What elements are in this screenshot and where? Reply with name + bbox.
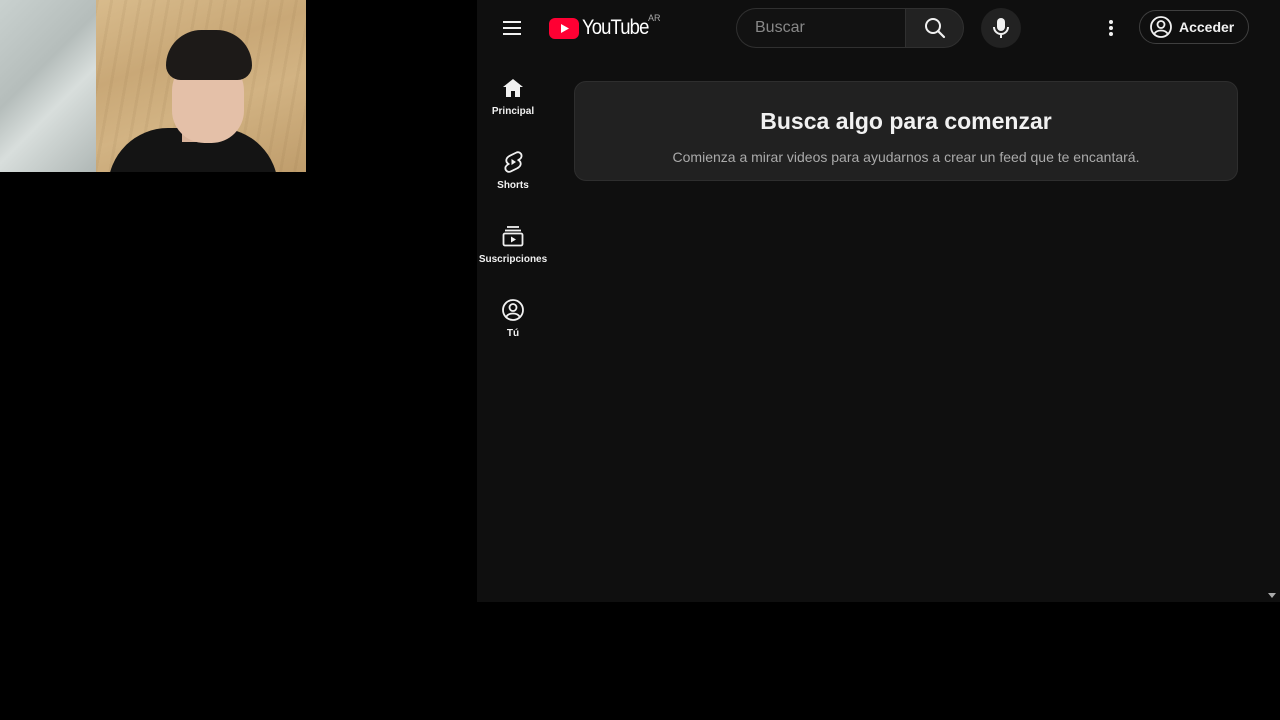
- hamburger-icon: [503, 21, 521, 35]
- home-icon: [503, 79, 523, 97]
- account-circle-icon: [1150, 16, 1172, 38]
- signin-button[interactable]: Acceder: [1139, 10, 1250, 44]
- logo-text: YouTube: [582, 16, 649, 39]
- youtube-window: YouTube AR Buscar Acceder Principal Shor…: [477, 0, 1280, 602]
- voice-search-button[interactable]: [981, 8, 1021, 48]
- search-button[interactable]: [905, 8, 964, 48]
- sidebar-item-label: Principal: [491, 106, 535, 117]
- shorts-icon: [504, 151, 523, 173]
- sidebar-item-principal[interactable]: Principal: [477, 56, 549, 130]
- sidebar: Principal Shorts Suscripciones Tú: [477, 56, 549, 352]
- microphone-icon: [993, 18, 1009, 38]
- search-box[interactable]: [736, 8, 906, 48]
- subscriptions-icon: [502, 226, 524, 247]
- webcam-overlay: [0, 0, 306, 172]
- sidebar-item-shorts[interactable]: Shorts: [477, 130, 549, 204]
- webcam-wall: [0, 0, 100, 172]
- menu-button[interactable]: [497, 12, 529, 44]
- sidebar-item-label: Suscripciones: [478, 254, 548, 265]
- more-options-button[interactable]: [1091, 8, 1131, 48]
- sidebar-item-suscripciones[interactable]: Suscripciones: [477, 204, 549, 278]
- country-code: AR: [648, 13, 661, 23]
- search-input[interactable]: [753, 18, 897, 38]
- account-icon: [502, 299, 524, 321]
- search-bar: [736, 8, 964, 48]
- youtube-logo[interactable]: YouTube: [549, 16, 658, 40]
- banner-subtitle: Comienza a mirar videos para ayudarnos a…: [672, 149, 1140, 165]
- signin-label: Acceder: [1179, 19, 1235, 35]
- banner-title: Busca algo para comenzar: [760, 108, 1052, 134]
- webcam-person-hair: [166, 30, 252, 80]
- sidebar-item-label: Tú: [506, 328, 520, 339]
- search-icon: [924, 18, 945, 39]
- empty-feed-banner: Busca algo para comenzar Comienza a mira…: [574, 81, 1238, 181]
- sidebar-item-label: Shorts: [497, 180, 529, 191]
- scroll-down-arrow-icon[interactable]: [1268, 593, 1276, 598]
- sidebar-item-tu[interactable]: Tú: [477, 278, 549, 352]
- more-vertical-icon: [1109, 20, 1113, 36]
- top-bar: YouTube AR Buscar Acceder: [477, 0, 1280, 56]
- youtube-play-logo-icon: [549, 17, 579, 39]
